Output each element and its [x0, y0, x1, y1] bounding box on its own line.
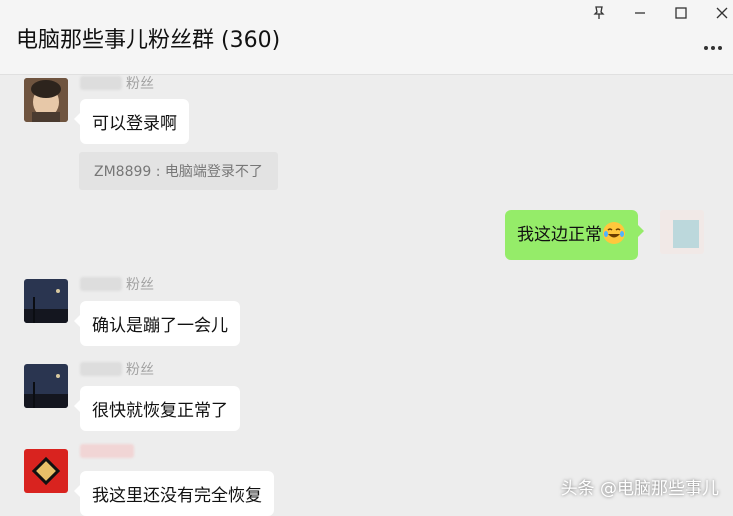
self-avatar[interactable] — [660, 210, 704, 254]
redacted-name — [80, 277, 122, 291]
avatar[interactable] — [24, 78, 68, 122]
avatar[interactable] — [24, 364, 68, 408]
minimize-icon[interactable] — [627, 2, 653, 24]
close-icon[interactable] — [709, 2, 733, 24]
message-list[interactable]: 粉丝 可以登录啊 ZM8899 : 电脑端登录不了 我这边正常 粉丝 确认是蹦了… — [0, 73, 733, 516]
maximize-icon[interactable] — [668, 2, 694, 24]
message-text: 我这边正常 — [517, 225, 602, 245]
avatar[interactable] — [24, 279, 68, 323]
laughing-emoji-icon — [602, 221, 626, 250]
redacted-name — [80, 76, 122, 90]
more-icon[interactable] — [703, 36, 723, 55]
message-bubble[interactable]: 确认是蹦了一会儿 — [74, 301, 240, 346]
avatar[interactable] — [24, 449, 68, 493]
message-bubble[interactable]: 我这里还没有完全恢复 — [74, 471, 274, 516]
sender-name: 粉丝 — [80, 73, 154, 93]
sender-name — [80, 444, 138, 460]
pin-icon[interactable] — [586, 2, 612, 24]
sender-name: 粉丝 — [80, 274, 154, 294]
quoted-message[interactable]: ZM8899 : 电脑端登录不了 — [79, 152, 278, 190]
message-bubble[interactable]: 可以登录啊 — [74, 99, 189, 144]
message-bubble[interactable]: 很快就恢复正常了 — [74, 386, 240, 431]
title-bar: 电脑那些事儿粉丝群 (360) — [0, 0, 733, 75]
watermark: 头条 @电脑那些事儿 — [560, 479, 719, 499]
message-bubble-self[interactable]: 我这边正常 — [505, 210, 644, 260]
sender-name: 粉丝 — [80, 359, 154, 379]
chat-title: 电脑那些事儿粉丝群 (360) — [16, 28, 281, 53]
redacted-name — [80, 444, 134, 458]
redacted-name — [80, 362, 122, 376]
